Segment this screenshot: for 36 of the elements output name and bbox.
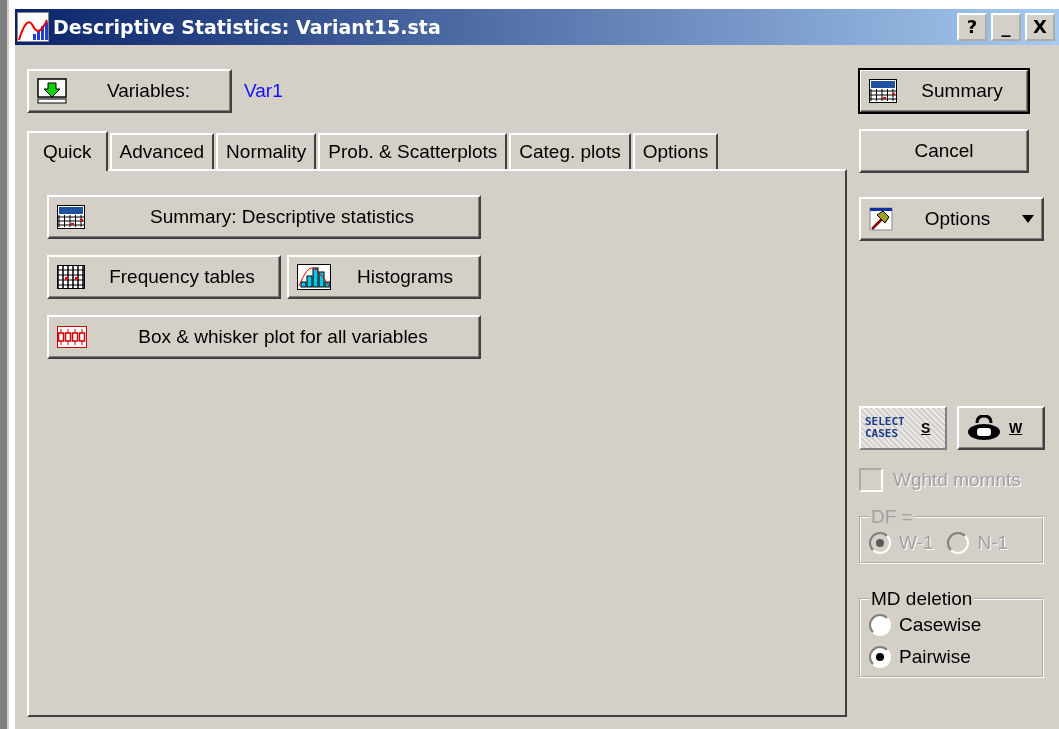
window-title: Descriptive Statistics: Variant15.sta [53,16,442,38]
summary-button[interactable]: Summary [859,69,1029,113]
histograms-button[interactable]: Histograms [287,255,481,299]
variables-button[interactable]: Variables: [27,69,232,113]
tab[interactable]: Normality [216,133,317,169]
radio-button[interactable] [869,614,891,636]
table-icon [57,205,85,229]
tab[interactable]: Options [632,133,719,169]
variable-value: Var1 [244,80,283,102]
close-button[interactable]: X [1025,13,1055,41]
options-button[interactable]: Options [859,197,1044,241]
summary-button[interactable]: Summary: Descriptive statistics [47,195,481,239]
boxplot-icon [57,326,87,348]
select-cases-button[interactable]: SELECT CASES S [859,406,947,450]
weight-button[interactable]: W [957,406,1045,450]
table-icon [869,79,897,103]
radio-label: Casewise [899,614,982,636]
hammer-icon [869,207,893,231]
histogram-icon [297,264,331,290]
help-button[interactable]: ? [957,13,987,41]
download-icon [37,78,67,104]
dropdown-arrow-icon [1022,215,1034,223]
frequency-button[interactable]: Frequency tables [47,255,281,299]
radio-label: Pairwise [899,646,971,668]
cancel-button[interactable]: Cancel [859,129,1029,173]
group-title: MD deletion [870,588,974,610]
chart-icon [17,12,49,42]
tab[interactable]: Prob. & Scatterplots [318,133,508,169]
radio-button[interactable] [869,646,891,668]
minimize-button[interactable]: _ [991,13,1021,41]
tab[interactable]: Categ. plots [509,133,631,169]
tab[interactable]: Advanced [109,133,215,169]
grid-icon [57,265,85,289]
weight-icon [967,415,1001,441]
tab[interactable]: Quick [27,131,108,171]
boxplot-button[interactable]: Box & whisker plot for all variables [47,315,481,359]
